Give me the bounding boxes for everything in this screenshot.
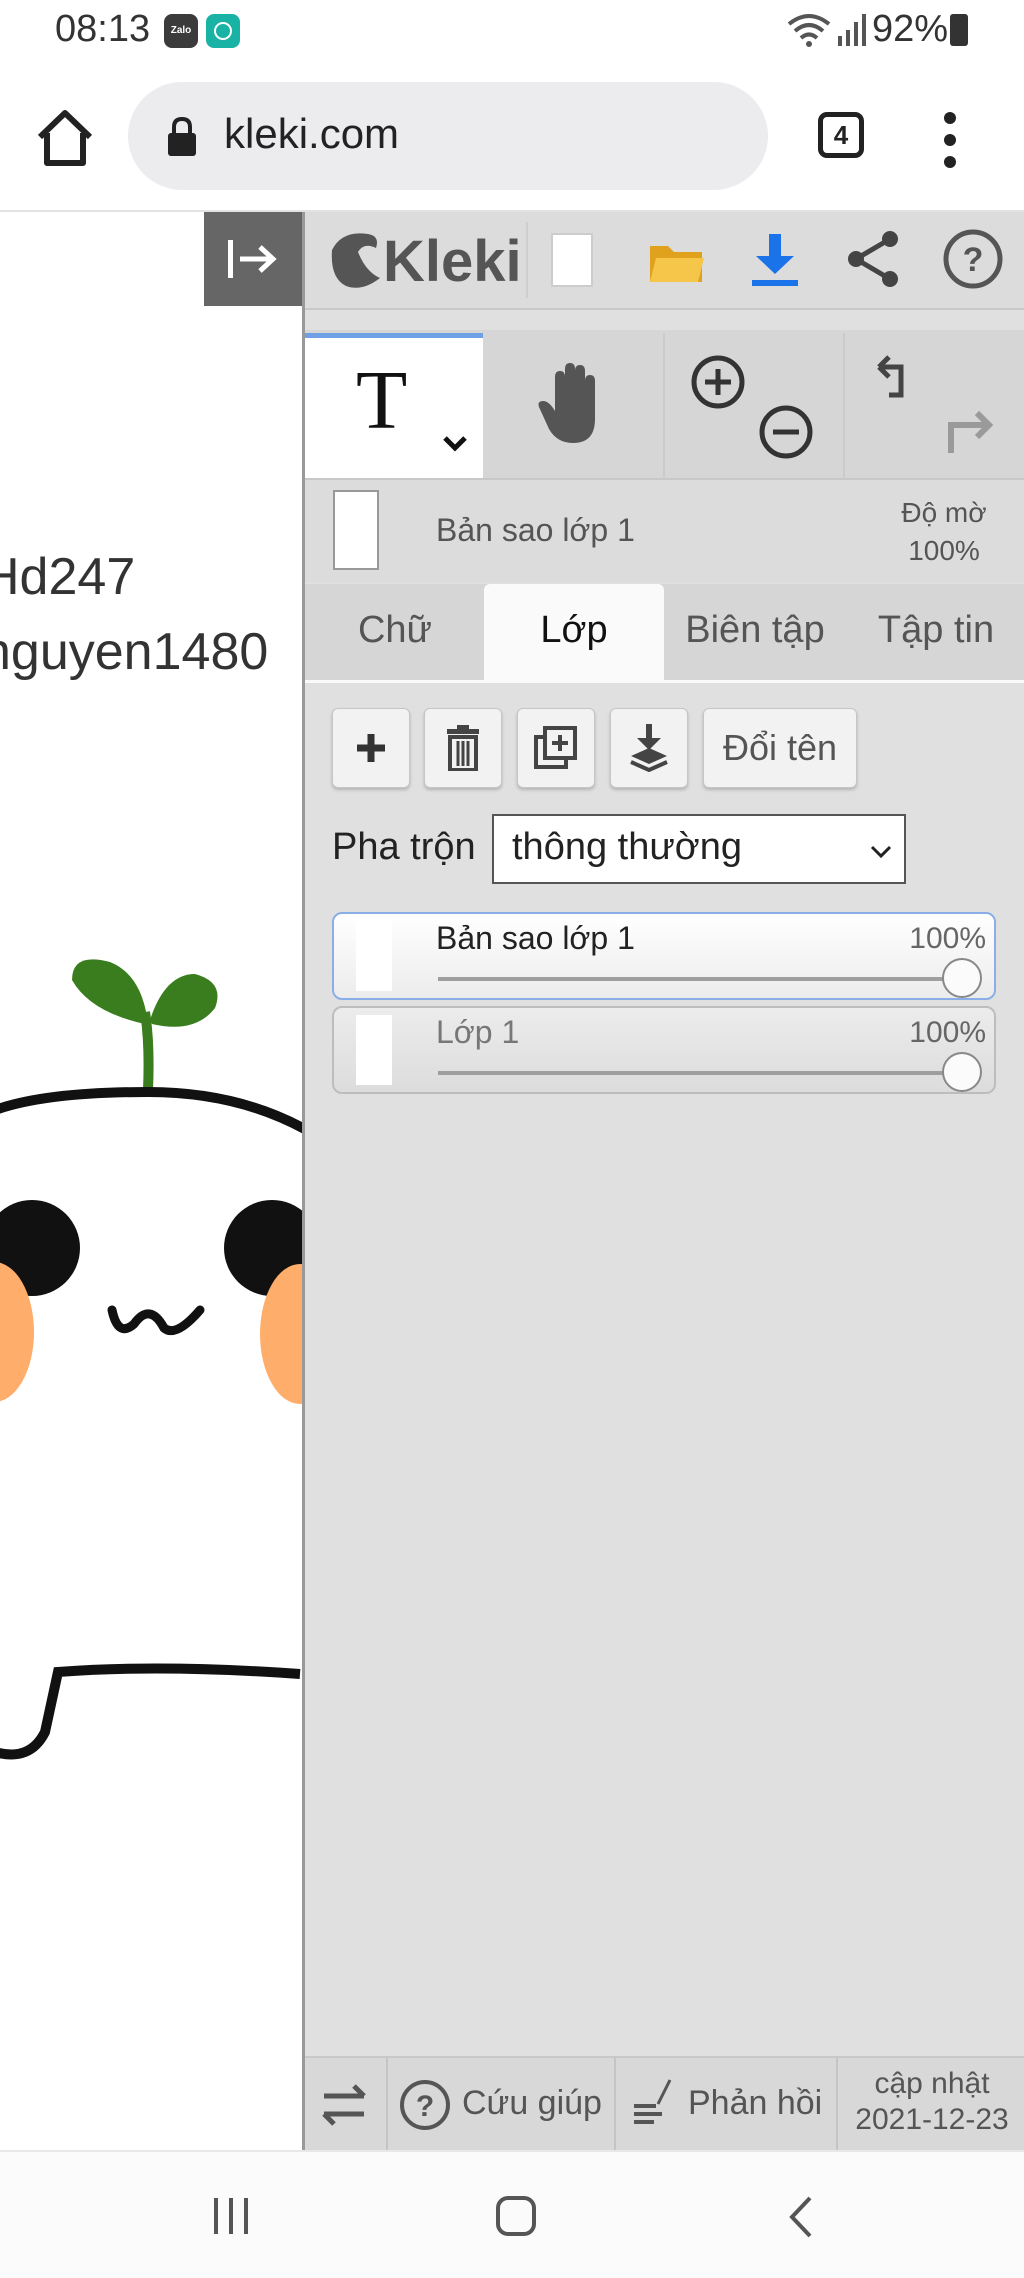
- kleki-logo-text: Kleki: [383, 229, 522, 294]
- back-icon[interactable]: [786, 2194, 816, 2240]
- home-icon[interactable]: [30, 103, 100, 173]
- duplicate-icon: [534, 726, 577, 769]
- layer-thumbnail: [356, 921, 392, 991]
- chevron-down-icon[interactable]: [868, 838, 894, 864]
- merge-down-icon: [630, 724, 668, 772]
- redo-icon[interactable]: [941, 403, 999, 461]
- zalo-notification-icon: Zalo: [164, 14, 198, 48]
- download-icon[interactable]: [748, 232, 802, 288]
- rename-layer-button[interactable]: Đổi tên: [703, 708, 857, 788]
- footer-divider: [614, 2058, 616, 2150]
- help-icon[interactable]: ?: [942, 228, 1004, 290]
- canvas-text-line: nguyen1480: [0, 623, 269, 681]
- collapse-arrow-icon: [228, 240, 277, 278]
- wifi-icon: [787, 14, 831, 47]
- zoom-controls: [665, 333, 845, 478]
- recent-apps-icon[interactable]: [210, 2196, 252, 2236]
- battery-icon: [950, 14, 968, 46]
- tab-layers[interactable]: Lớp: [484, 584, 664, 680]
- share-icon[interactable]: [846, 230, 900, 288]
- open-folder-icon[interactable]: [648, 236, 704, 286]
- zoom-out-icon[interactable]: [757, 403, 815, 461]
- url-text[interactable]: kleki.com: [224, 110, 399, 158]
- duplicate-layer-button[interactable]: [517, 708, 595, 788]
- opacity-readout: Độ mờ 100%: [874, 494, 1014, 570]
- lock-icon: [168, 116, 196, 156]
- layer-opacity-slider[interactable]: [438, 1071, 966, 1075]
- delete-layer-button[interactable]: [424, 708, 502, 788]
- current-layer-thumbnail: [333, 490, 379, 570]
- svg-text:?: ?: [963, 241, 984, 279]
- drawing-canvas[interactable]: Hd247 nguyen1480: [0, 212, 302, 2150]
- help-icon[interactable]: ?: [398, 2078, 452, 2132]
- feedback-icon[interactable]: [632, 2076, 674, 2130]
- footer-divider: [386, 2058, 388, 2150]
- plus-icon: [357, 734, 385, 762]
- zoom-in-icon[interactable]: [689, 353, 747, 411]
- tab-edit[interactable]: Biên tập: [670, 584, 840, 680]
- add-layer-button[interactable]: [332, 708, 410, 788]
- update-date: 2021-12-23: [855, 2103, 1009, 2136]
- blend-mode-label: Pha trộn: [332, 826, 476, 868]
- layer-opacity-value: 100%: [909, 1016, 986, 1049]
- collapse-panel-button[interactable]: [204, 212, 302, 306]
- feedback-button-label[interactable]: Phản hồi: [688, 2084, 822, 2123]
- tabs-count-button[interactable]: 4: [818, 112, 864, 158]
- swap-sides-icon[interactable]: [318, 2082, 370, 2128]
- trash-icon: [447, 725, 479, 771]
- new-image-icon[interactable]: [550, 232, 594, 288]
- home-nav-icon[interactable]: [494, 2194, 538, 2238]
- help-button-label[interactable]: Cứu giúp: [462, 2084, 602, 2123]
- signal-icon: [838, 14, 866, 46]
- hand-icon: [538, 363, 595, 443]
- layer-opacity-value: 100%: [909, 922, 986, 955]
- opacity-label: Độ mờ: [901, 497, 987, 528]
- layer-opacity-slider-handle[interactable]: [942, 1052, 982, 1092]
- status-time: 08:13: [55, 8, 151, 50]
- tab-file[interactable]: Tập tin: [856, 584, 1016, 680]
- history-controls: [845, 333, 1024, 478]
- layer-opacity-slider[interactable]: [438, 977, 966, 981]
- footer-divider: [836, 2058, 838, 2150]
- layer-name: Bản sao lớp 1: [436, 920, 635, 956]
- layer-thumbnail: [356, 1015, 392, 1085]
- update-info[interactable]: cập nhật 2021-12-23: [842, 2066, 1022, 2138]
- text-tool-glyph: T: [356, 354, 408, 447]
- current-layer-name: Bản sao lớp 1: [436, 512, 635, 548]
- tab-text[interactable]: Chữ: [320, 584, 470, 680]
- blend-mode-value[interactable]: thông thường: [512, 826, 742, 869]
- more-menu-icon[interactable]: [930, 108, 970, 172]
- app-notification-icon: [206, 14, 240, 48]
- status-bar: [0, 0, 1024, 60]
- svg-text:?: ?: [416, 2090, 434, 2123]
- toolbar-divider: [526, 222, 528, 298]
- canvas-drawing: [0, 959, 302, 1760]
- layer-opacity-slider-handle[interactable]: [942, 958, 982, 998]
- merge-layer-button[interactable]: [610, 708, 688, 788]
- battery-percent: 92%: [872, 8, 949, 50]
- undo-icon[interactable]: [871, 353, 925, 407]
- update-label: cập nhật: [874, 2067, 990, 2100]
- canvas-text-line: Hd247: [0, 548, 136, 606]
- chevron-down-icon[interactable]: [440, 428, 470, 458]
- opacity-value: 100%: [908, 535, 980, 566]
- hand-tool-button[interactable]: [485, 333, 665, 478]
- layer-name: Lớp 1: [436, 1014, 520, 1050]
